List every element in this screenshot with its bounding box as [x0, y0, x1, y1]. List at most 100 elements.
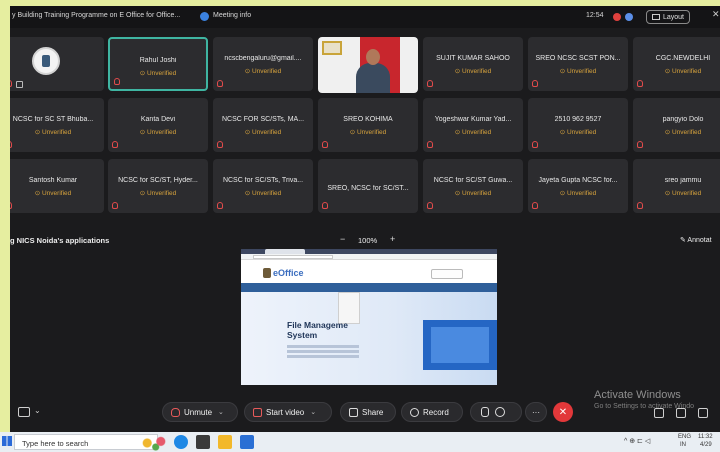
- participant-tile[interactable]: NCSC for SC ST Bhuba... ⊙ Unverified: [10, 98, 104, 152]
- end-call-icon: ✕: [558, 406, 568, 418]
- participant-tile[interactable]: Kanta Devi ⊙ Unverified: [108, 98, 208, 152]
- clock-time[interactable]: 11:32: [698, 434, 713, 440]
- participant-tile[interactable]: NCSC for SC/ST Guwa... ⊙ Unverified: [423, 159, 523, 213]
- meeting-window: y Building Training Programme on E Offic…: [10, 6, 720, 432]
- participant-name: ncscbengaluru@gmail....: [224, 55, 302, 62]
- close-icon[interactable]: ✕: [712, 9, 720, 20]
- participant-tile[interactable]: [10, 37, 104, 91]
- participant-tile[interactable]: SUJIT KUMAR SAHOO ⊙ Unverified: [423, 37, 523, 91]
- participant-tile[interactable]: SREO NCSC SCST PON... ⊙ Unverified: [528, 37, 628, 91]
- file-explorer-icon[interactable]: [196, 435, 210, 449]
- participant-name: pangyio Dolo: [662, 116, 704, 123]
- participant-tile[interactable]: SREO KOHIMA ⊙ Unverified: [318, 98, 418, 152]
- record-button[interactable]: Record: [401, 402, 463, 422]
- info-icon[interactable]: [200, 12, 209, 21]
- share-label: Share: [362, 407, 384, 417]
- activate-windows-title: Activate Windows: [594, 389, 681, 401]
- site-text-lines: [287, 345, 359, 348]
- participant-name: NCSC for SC/ST, Hyder...: [118, 177, 198, 184]
- clock-date: 4/29: [700, 442, 712, 448]
- meeting-info-link[interactable]: Meeting info: [213, 12, 251, 19]
- participant-name: SREO, NCSC for SC/ST...: [327, 185, 409, 192]
- mic-off-icon: [637, 80, 643, 87]
- shared-screen[interactable]: eOffice File Manageme System: [241, 249, 497, 385]
- participant-tile[interactable]: pangyio Dolo ⊙ Unverified: [633, 98, 720, 152]
- participant-tile[interactable]: NCSC FOR SC/STs, MA... ⊙ Unverified: [213, 98, 313, 152]
- participant-video-tile[interactable]: [318, 37, 418, 93]
- chevron-down-icon[interactable]: ⌄: [218, 408, 224, 416]
- tray-icons[interactable]: ^ ⊕ ⊏ ◁: [624, 437, 650, 445]
- verification-status: ⊙ Unverified: [244, 68, 282, 75]
- status-indicator-icon: [625, 13, 633, 21]
- share-button[interactable]: Share: [340, 402, 396, 422]
- participant-tile[interactable]: ncscbengaluru@gmail.... ⊙ Unverified: [213, 37, 313, 91]
- chevron-down-icon[interactable]: ⌄: [310, 408, 316, 416]
- annotate-button[interactable]: ✎ Annotat: [680, 236, 712, 244]
- start-video-label: Start video: [266, 407, 305, 417]
- participant-tile[interactable]: Rahul Joshi ⊙ Unverified: [108, 37, 208, 91]
- participant-name: Kanta Devi: [140, 116, 176, 123]
- mic-off-icon: [427, 80, 433, 87]
- mic-off-icon: [637, 141, 643, 148]
- participant-body: [356, 63, 390, 93]
- participant-tile[interactable]: Jayeta Gupta NCSC for... ⊙ Unverified: [528, 159, 628, 213]
- reactions-button[interactable]: [470, 402, 522, 422]
- participant-name: Santosh Kumar: [28, 177, 78, 184]
- mic-off-icon: [114, 78, 120, 85]
- end-call-button[interactable]: ✕: [553, 402, 573, 422]
- participant-name: Rahul Joshi: [139, 57, 177, 64]
- verification-status: ⊙ Unverified: [454, 129, 492, 136]
- share-icon: [349, 407, 358, 417]
- taskbar-search-field[interactable]: Type here to search: [14, 434, 171, 451]
- zoom-in-button[interactable]: +: [390, 234, 395, 244]
- mic-off-icon: [427, 141, 433, 148]
- participant-tile[interactable]: CGC.NEWDELHI ⊙ Unverified: [633, 37, 720, 91]
- region-indicator: IN: [680, 442, 686, 448]
- language-indicator[interactable]: ENG: [678, 434, 691, 440]
- chat-panel-icon[interactable]: [676, 408, 686, 418]
- verification-status: ⊙ Unverified: [139, 70, 177, 77]
- screen-share-icon: [16, 81, 23, 88]
- windows-start-icon[interactable]: [2, 436, 12, 446]
- apps-icon[interactable]: [698, 408, 708, 418]
- record-label: Record: [423, 407, 449, 417]
- participant-tile[interactable]: 2510 962 9527 ⊙ Unverified: [528, 98, 628, 152]
- title-bar: y Building Training Programme on E Offic…: [10, 6, 720, 28]
- mic-off-icon: [217, 80, 223, 87]
- mic-off-icon: [217, 202, 223, 209]
- layout-button[interactable]: Layout: [646, 10, 690, 24]
- start-video-button[interactable]: Start video ⌄: [244, 402, 332, 422]
- camera-off-icon: [253, 407, 262, 417]
- search-highlight-icon: [137, 435, 171, 451]
- participant-tile[interactable]: NCSC for SC/STs, Triva... ⊙ Unverified: [213, 159, 313, 213]
- emoji-icon: [495, 407, 505, 417]
- unmute-label: Unmute: [184, 407, 213, 417]
- chat-icon[interactable]: [18, 407, 30, 417]
- layout-label: Layout: [662, 13, 685, 21]
- folder-icon[interactable]: [218, 435, 232, 449]
- browser-url: [253, 255, 333, 259]
- meeting-title: y Building Training Programme on E Offic…: [12, 12, 181, 19]
- zoom-out-button[interactable]: −: [340, 234, 345, 244]
- participants-icon[interactable]: [654, 408, 664, 418]
- participant-name: Jayeta Gupta NCSC for...: [538, 177, 618, 184]
- participant-tile[interactable]: Yogeshwar Kumar Yad... ⊙ Unverified: [423, 98, 523, 152]
- verification-status: ⊙ Unverified: [34, 129, 72, 136]
- record-icon: [410, 407, 419, 417]
- chevron-down-icon[interactable]: ⌄: [34, 406, 41, 415]
- participant-tile[interactable]: sreo jammu ⊙ Unverified: [633, 159, 720, 213]
- participant-name: Yogeshwar Kumar Yad...: [434, 116, 512, 123]
- verification-status: ⊙ Unverified: [244, 129, 282, 136]
- shared-screen-title: g NICS Noida's applications: [10, 236, 110, 245]
- participant-tile[interactable]: SREO, NCSC for SC/ST...: [318, 159, 418, 213]
- mic-off-icon: [532, 80, 538, 87]
- participant-tile[interactable]: Santosh Kumar ⊙ Unverified: [10, 159, 104, 213]
- mic-off-icon: [171, 407, 180, 417]
- more-button[interactable]: ···: [525, 402, 547, 422]
- participant-tile[interactable]: NCSC for SC/ST, Hyder... ⊙ Unverified: [108, 159, 208, 213]
- edge-browser-icon[interactable]: [174, 435, 188, 449]
- webex-taskbar-icon[interactable]: [240, 435, 254, 449]
- verification-status: ⊙ Unverified: [454, 68, 492, 75]
- unmute-button[interactable]: Unmute ⌄: [162, 402, 238, 422]
- site-heading: File Manageme System: [287, 320, 348, 340]
